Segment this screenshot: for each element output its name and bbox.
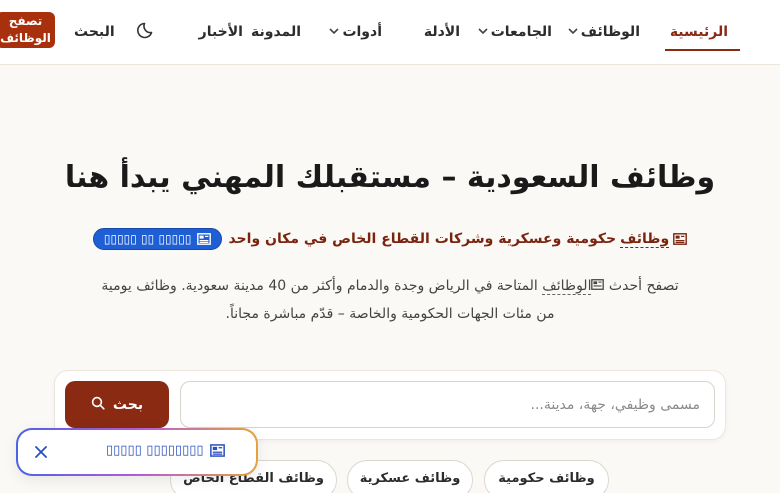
chip-military-jobs[interactable]: وظائف عسكرية — [347, 460, 473, 493]
close-icon[interactable] — [30, 441, 52, 463]
toast-link[interactable]: ▯▯▯▯▯▯▯▯ ▯▯▯▯▯ — [106, 443, 225, 458]
nav-item-label: الأدلة — [423, 24, 460, 40]
subtitle-text: وظائف حكومية وعسكرية وشركات القطاع الخاص… — [228, 231, 688, 248]
nav-item-universities[interactable]: الجامعات — [478, 20, 552, 44]
page-title: وظائف السعودية – مستقبلك المهني يبدأ هنا — [64, 160, 716, 195]
description-keyword-link[interactable]: الوظائف — [542, 278, 592, 295]
nav-item-tools[interactable]: أدوات — [329, 20, 382, 44]
top-navbar: الرئيسية الوظائف الجامعات الأدلة أدوات ا… — [0, 0, 780, 65]
nav-item-label: أدوات — [342, 24, 382, 40]
nav-item-label: الرئيسية — [669, 24, 728, 40]
chevron-down-icon — [478, 26, 488, 39]
newspaper-icon — [209, 444, 225, 457]
nav-item-label: الأخبار — [198, 24, 243, 40]
chevron-down-icon — [329, 26, 340, 39]
chip-label: وظائف حكومية — [498, 470, 595, 486]
nav-item-jobs[interactable]: الوظائف — [568, 20, 640, 44]
hero-description: تصفح أحدث الوظائف المتاحة في الرياض وجدة… — [60, 272, 720, 328]
newspaper-icon — [673, 233, 688, 245]
cta-label: تصفح الوظائف — [0, 14, 51, 45]
moon-icon — [137, 20, 157, 44]
subtitle-rest: حكومية وعسكرية وشركات القطاع الخاص في مك… — [228, 231, 617, 247]
nav-item-news[interactable]: الأخبار — [199, 20, 243, 44]
description-line-1: تصفح أحدث الوظائف المتاحة في الرياض وجدة… — [60, 272, 720, 300]
nav-search-label: البحث — [74, 24, 115, 40]
nav-item-blog[interactable]: المدونة — [251, 20, 301, 44]
nav-item-guides[interactable]: الأدلة — [424, 20, 460, 44]
search-button[interactable]: بحث — [65, 381, 169, 428]
theme-toggle-button[interactable] — [136, 21, 158, 43]
hero-subtitle: وظائف حكومية وعسكرية وشركات القطاع الخاص… — [0, 228, 780, 250]
description-text: المتاحة في الرياض وجدة والدمام وأكثر من … — [101, 278, 538, 294]
floating-toast[interactable]: ▯▯▯▯▯▯▯▯ ▯▯▯▯▯ — [16, 428, 258, 476]
nav-item-label: الوظائف — [580, 24, 640, 40]
newspaper-icon — [591, 279, 605, 290]
description-line-2: من مئات الجهات الحكومية والخاصة – قدّم م… — [225, 306, 555, 322]
chip-label: وظائف عسكرية — [359, 470, 461, 486]
nav-item-label: المدونة — [251, 24, 301, 40]
active-nav-indicator — [665, 49, 740, 51]
description-text: تصفح أحدث — [608, 278, 679, 294]
badge-label: ▯▯▯▯▯ ▯▯ ▯▯▯▯▯ — [103, 232, 192, 246]
search-input[interactable] — [180, 381, 715, 428]
hero-badge[interactable]: ▯▯▯▯▯ ▯▯ ▯▯▯▯▯ — [92, 228, 223, 250]
browse-jobs-button[interactable]: تصفح الوظائف — [0, 12, 55, 48]
newspaper-icon — [197, 233, 212, 245]
chip-government-jobs[interactable]: وظائف حكومية — [484, 460, 609, 493]
search-icon — [91, 396, 105, 414]
toast-label: ▯▯▯▯▯▯▯▯ ▯▯▯▯▯ — [106, 443, 204, 458]
nav-item-label: الجامعات — [490, 24, 552, 40]
nav-item-home[interactable]: الرئيسية — [670, 20, 728, 44]
chevron-down-icon — [568, 26, 578, 39]
subtitle-keyword-link[interactable]: وظائف — [620, 231, 670, 248]
search-button-label: بحث — [112, 396, 144, 413]
nav-search-link[interactable]: البحث — [74, 20, 115, 44]
